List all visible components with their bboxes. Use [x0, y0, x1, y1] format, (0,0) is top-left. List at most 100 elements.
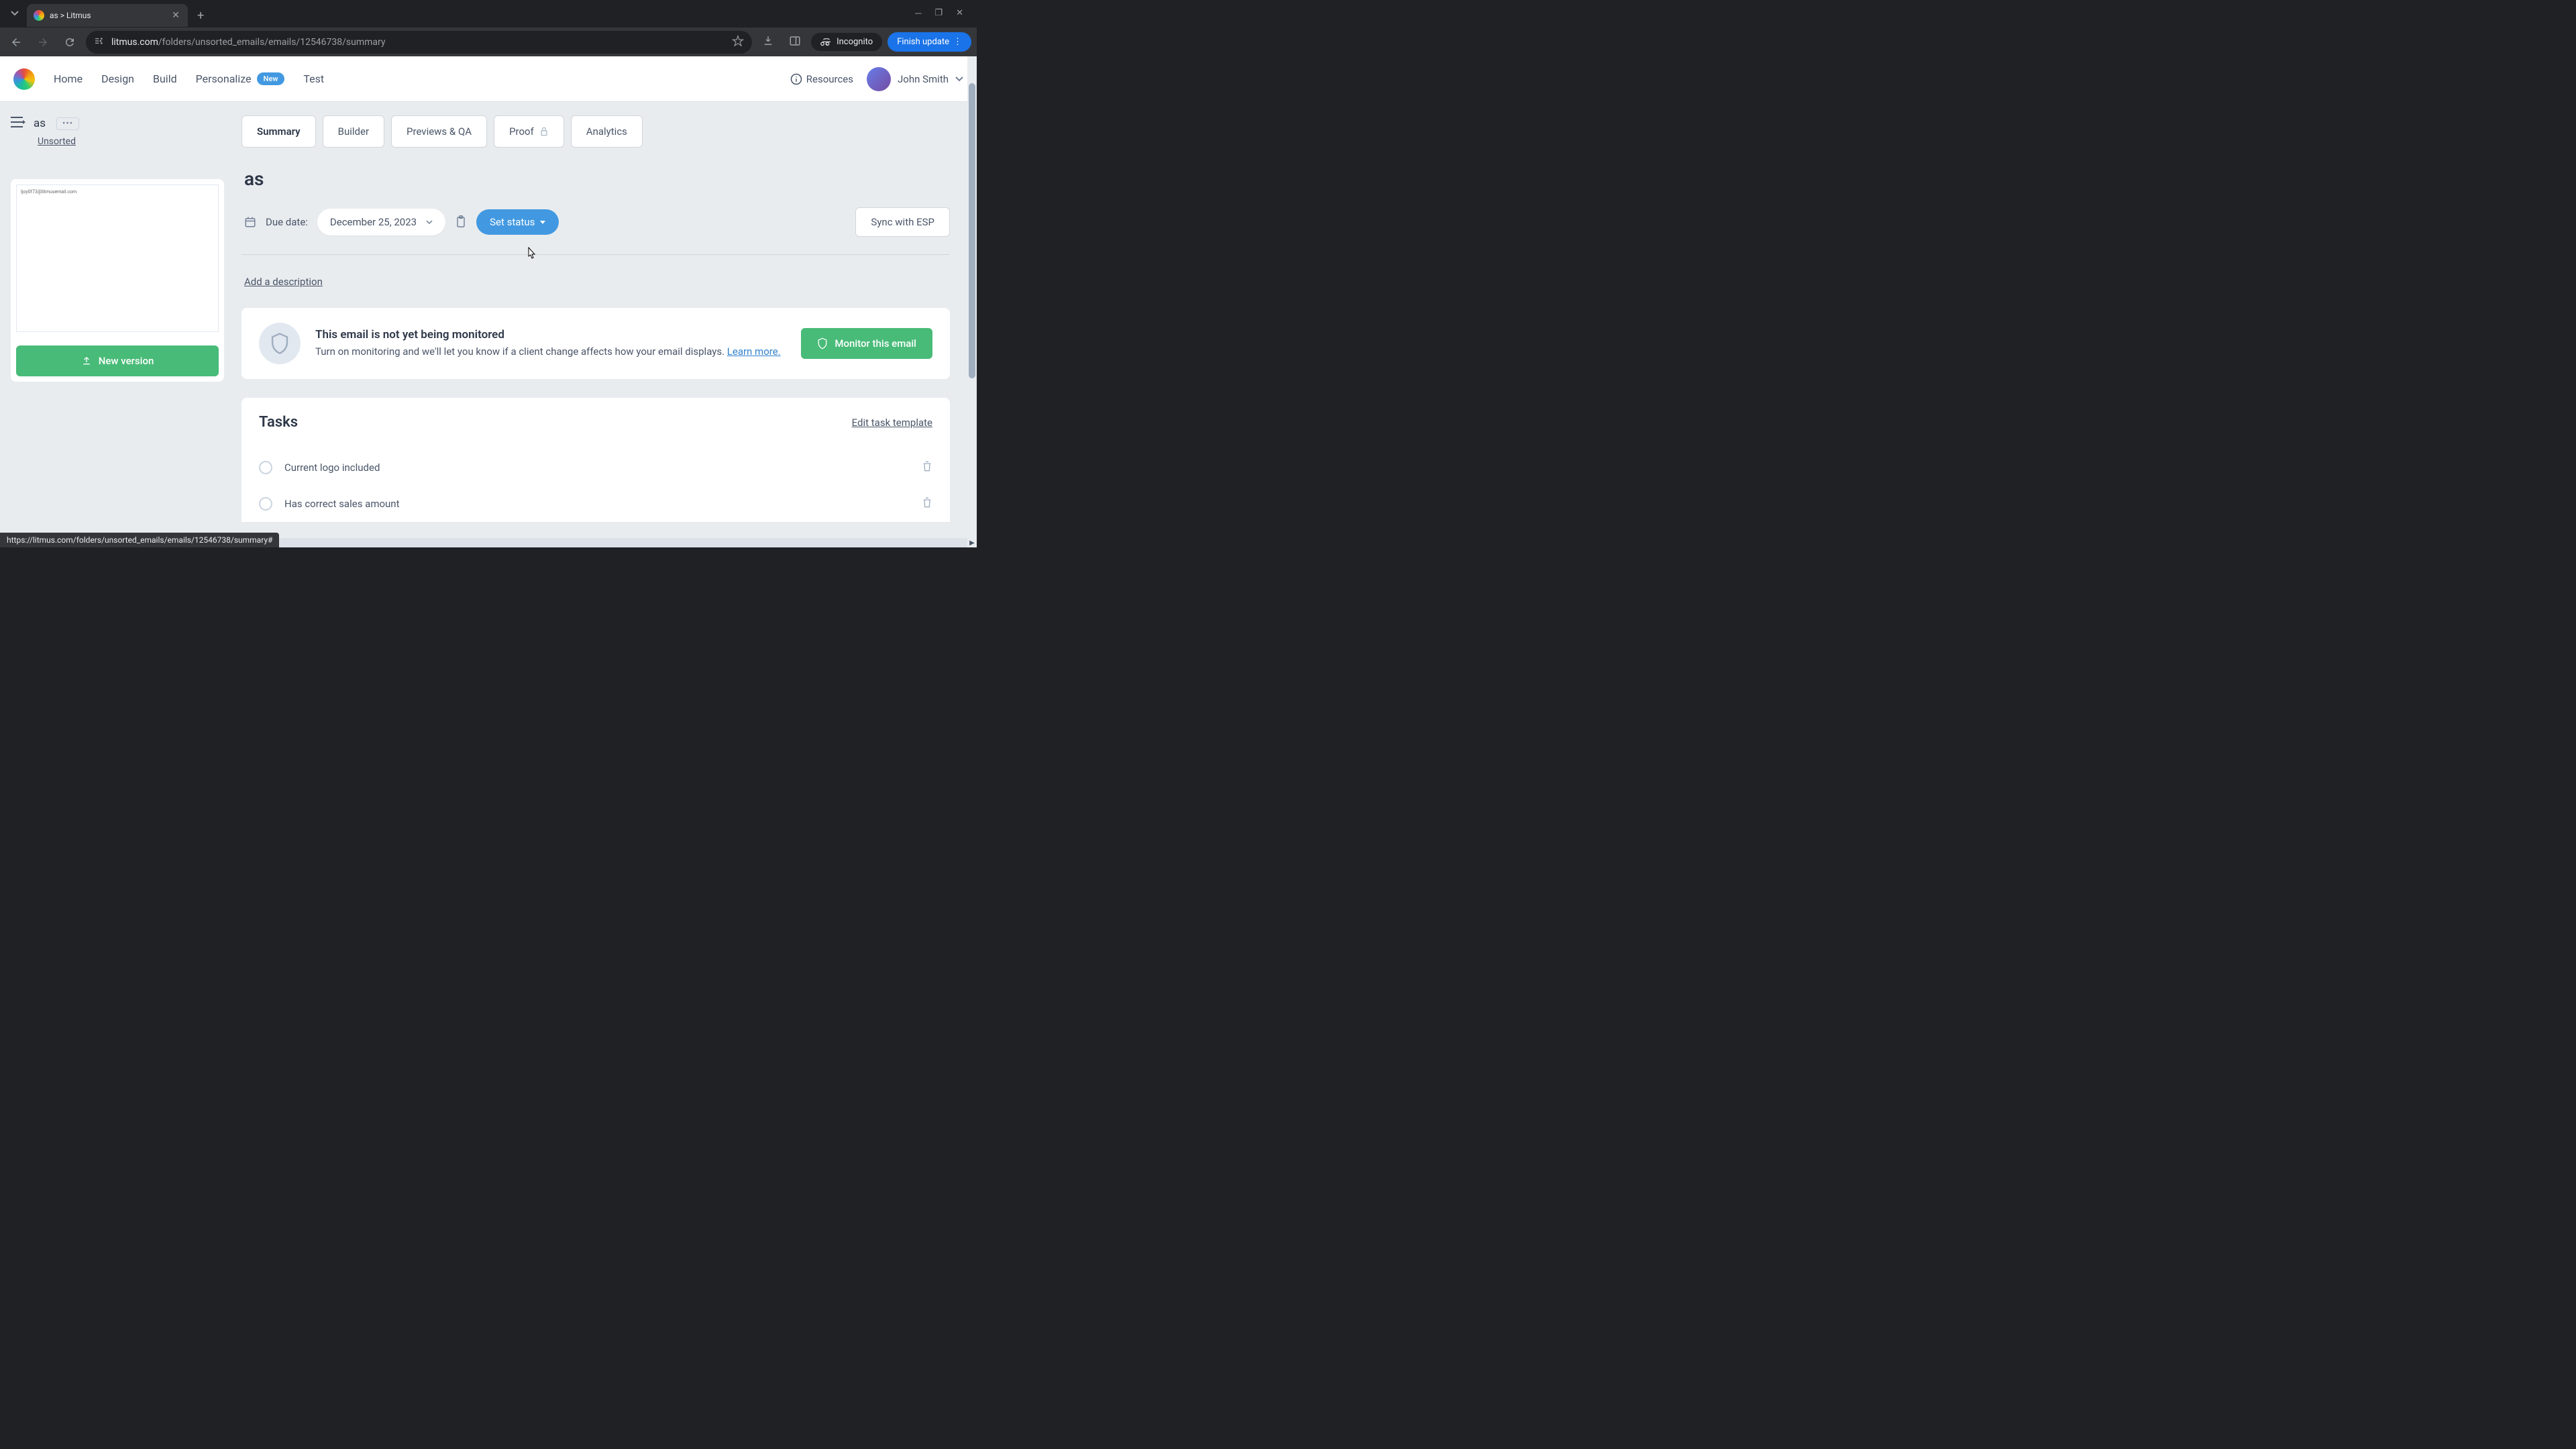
nav-design[interactable]: Design	[101, 72, 134, 85]
tab-builder[interactable]: Builder	[323, 115, 384, 148]
add-description-link[interactable]: Add a description	[241, 276, 323, 288]
trash-icon	[922, 460, 932, 472]
monitor-email-button[interactable]: Monitor this email	[801, 328, 932, 359]
tab-proof-label: Proof	[509, 125, 534, 138]
nav-personalize[interactable]: Personalize New	[196, 72, 285, 85]
tab-bar: as > Litmus ✕ + ─ ❐ ✕	[0, 0, 977, 27]
task-label: Has correct sales amount	[284, 498, 910, 510]
incognito-icon	[820, 38, 833, 47]
incognito-label: Incognito	[837, 37, 873, 47]
shield-circle	[259, 323, 301, 364]
edit-task-template-link[interactable]: Edit task template	[852, 417, 932, 429]
downloads-icon[interactable]	[757, 35, 779, 50]
page-title: as	[241, 168, 950, 190]
back-button[interactable]	[5, 32, 27, 53]
chevron-down-icon	[426, 220, 433, 224]
tab-favicon-icon	[34, 10, 44, 21]
tab-previews[interactable]: Previews & QA	[391, 115, 487, 148]
tab-proof[interactable]: Proof	[494, 115, 564, 148]
tasks-title: Tasks	[259, 414, 298, 431]
scrollbar-arrow-right[interactable]: ▶	[967, 538, 977, 547]
caret-down-icon	[540, 221, 545, 224]
resources-link[interactable]: Resources	[790, 73, 853, 85]
forward-button[interactable]	[32, 32, 54, 53]
new-version-button[interactable]: New version	[16, 345, 219, 376]
tab-close-button[interactable]: ✕	[170, 10, 181, 21]
minimize-button[interactable]: ─	[915, 8, 921, 19]
folder-link[interactable]: Unsorted	[38, 136, 76, 147]
task-delete-button[interactable]	[922, 460, 932, 475]
tab-summary[interactable]: Summary	[241, 115, 316, 148]
learn-more-link[interactable]: Learn more.	[727, 345, 781, 358]
new-tab-button[interactable]: +	[191, 6, 211, 25]
email-preview-image[interactable]: ljoy0f73@litmusemail.com	[16, 184, 219, 332]
new-badge: New	[257, 72, 285, 85]
user-menu[interactable]: John Smith	[867, 67, 963, 91]
task-delete-button[interactable]	[922, 496, 932, 511]
url-bar[interactable]: litmus.com/folders/unsorted_emails/email…	[86, 31, 752, 54]
tab-analytics[interactable]: Analytics	[571, 115, 643, 148]
task-checkbox[interactable]	[259, 461, 272, 474]
monitor-card: This email is not yet being monitored Tu…	[241, 308, 950, 379]
address-bar-row: litmus.com/folders/unsorted_emails/email…	[0, 27, 977, 56]
maximize-button[interactable]: ❐	[934, 8, 943, 19]
task-checkbox[interactable]	[259, 497, 272, 511]
upload-icon	[81, 356, 92, 366]
shield-icon	[270, 332, 290, 355]
calendar-icon	[244, 216, 256, 228]
preview-card: ljoy0f73@litmusemail.com New version	[11, 179, 224, 382]
close-window-button[interactable]: ✕	[956, 8, 963, 19]
window-controls: ─ ❐ ✕	[915, 8, 971, 19]
tab-title: as > Litmus	[50, 11, 165, 20]
status-bar: https://litmus.com/folders/unsorted_emai…	[0, 533, 279, 547]
more-actions-button[interactable]: •••	[56, 117, 79, 130]
nav-build[interactable]: Build	[153, 72, 177, 85]
sidebar-header: as •••	[11, 115, 224, 131]
due-date-label: Due date:	[266, 216, 308, 228]
url-text: litmus.com/folders/unsorted_emails/email…	[111, 37, 386, 48]
sync-esp-button[interactable]: Sync with ESP	[855, 207, 950, 237]
monitor-button-label: Monitor this email	[835, 337, 916, 350]
bookmark-star-icon[interactable]	[732, 35, 744, 50]
set-status-label: Set status	[490, 216, 535, 228]
browser-tab[interactable]: as > Litmus ✕	[27, 4, 188, 27]
resources-label: Resources	[806, 73, 853, 85]
scrollbar-thumb[interactable]	[969, 83, 975, 378]
monitor-text: This email is not yet being monitored Tu…	[315, 328, 786, 360]
task-item: Current logo included	[259, 449, 932, 486]
main-area: as ••• Unsorted ljoy0f73@litmusemail.com…	[0, 102, 977, 547]
sidepanel-icon[interactable]	[784, 35, 806, 50]
nav-home[interactable]: Home	[54, 72, 83, 85]
vertical-scrollbar[interactable]	[967, 56, 977, 538]
date-picker[interactable]: December 25, 2023	[317, 209, 445, 235]
finish-update-button[interactable]: Finish update ⋮	[888, 32, 971, 52]
set-status-button[interactable]: Set status	[476, 209, 559, 235]
trash-icon	[922, 496, 932, 508]
browser-chrome: as > Litmus ✕ + ─ ❐ ✕ litmus.com/folders…	[0, 0, 977, 56]
meta-row: Due date: December 25, 2023 Set status S…	[241, 207, 950, 255]
sidebar: as ••• Unsorted ljoy0f73@litmusemail.com…	[0, 102, 235, 547]
tab-list-dropdown[interactable]	[5, 4, 24, 23]
reload-button[interactable]	[59, 32, 80, 53]
tasks-card: Tasks Edit task template Current logo in…	[241, 398, 950, 522]
litmus-logo-icon[interactable]	[13, 68, 35, 90]
chevron-down-icon	[955, 76, 963, 82]
clipboard-icon[interactable]	[455, 215, 467, 229]
user-name: John Smith	[898, 73, 949, 85]
app-header: Home Design Build Personalize New Test R…	[0, 56, 977, 102]
tasks-header: Tasks Edit task template	[259, 414, 932, 431]
incognito-badge[interactable]: Incognito	[811, 33, 882, 51]
hamburger-icon[interactable]	[11, 115, 25, 131]
content: Summary Builder Previews & QA Proof Anal…	[235, 102, 977, 547]
task-label: Current logo included	[284, 462, 910, 474]
avatar	[867, 67, 891, 91]
lock-icon	[539, 126, 549, 137]
site-settings-icon[interactable]	[94, 36, 105, 49]
finish-update-label: Finish update	[897, 37, 949, 47]
nav-test[interactable]: Test	[303, 72, 324, 85]
monitor-description: Turn on monitoring and we'll let you kno…	[315, 344, 786, 360]
nav-personalize-label: Personalize	[196, 72, 252, 85]
new-version-label: New version	[99, 355, 154, 367]
date-value: December 25, 2023	[330, 216, 417, 228]
more-icon: ⋮	[953, 37, 962, 47]
